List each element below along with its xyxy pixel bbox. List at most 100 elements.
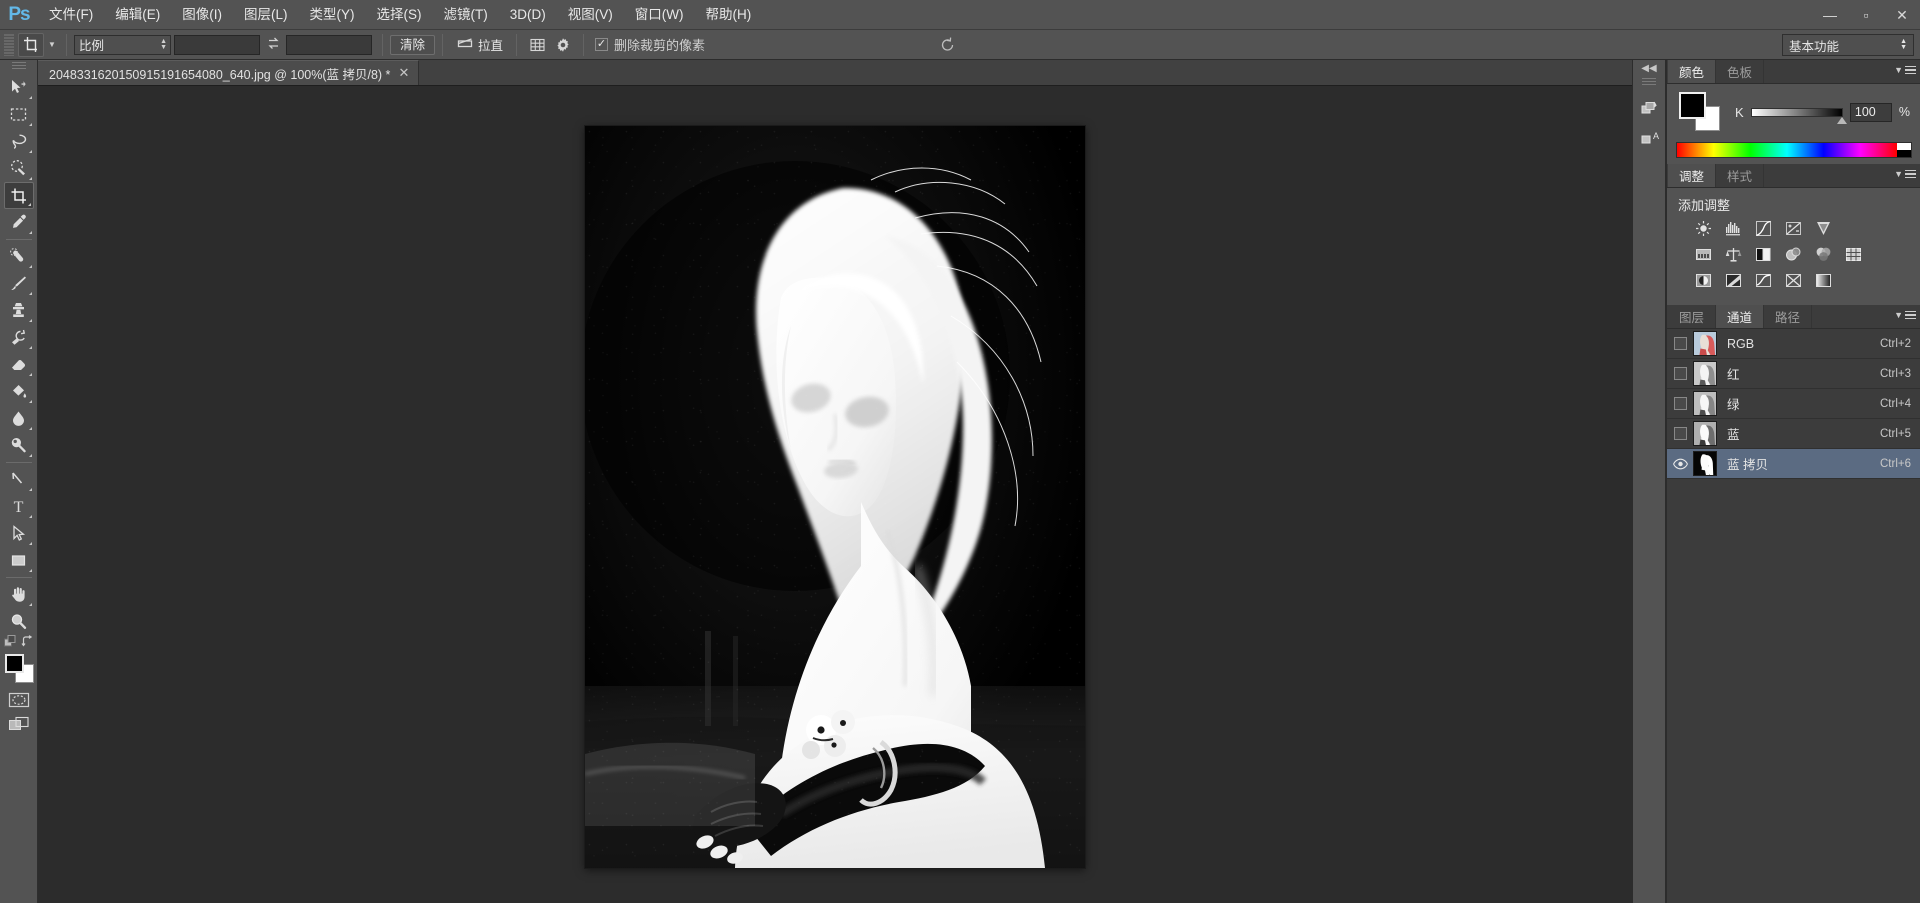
swap-colors-icon[interactable] bbox=[21, 635, 34, 651]
delete-cropped-pixels-checkbox[interactable]: ✓ 删除裁剪的像素 bbox=[595, 35, 705, 54]
panel-menu-icon[interactable]: ▼ bbox=[1894, 169, 1916, 179]
rectangle-shape-tool[interactable] bbox=[4, 547, 34, 574]
maximize-button[interactable]: ▫ bbox=[1848, 0, 1884, 30]
move-tool[interactable] bbox=[4, 74, 34, 101]
menu-image[interactable]: 图像(I) bbox=[171, 0, 233, 30]
screen-mode-icon[interactable] bbox=[6, 714, 32, 734]
spot-healing-brush-tool[interactable] bbox=[4, 243, 34, 270]
photo-filter-icon[interactable] bbox=[1783, 245, 1804, 264]
k-value-input[interactable]: 100 bbox=[1849, 102, 1892, 122]
foreground-background-color[interactable] bbox=[4, 654, 34, 684]
color-spectrum-ramp[interactable] bbox=[1676, 142, 1912, 158]
menu-3d[interactable]: 3D(D) bbox=[499, 0, 557, 30]
color-lookup-icon[interactable] bbox=[1843, 245, 1864, 264]
channel-row-green[interactable]: 绿 Ctrl+4 bbox=[1667, 389, 1920, 419]
canvas-viewport[interactable] bbox=[38, 86, 1632, 903]
exposure-icon[interactable] bbox=[1783, 219, 1804, 238]
type-tool[interactable]: T bbox=[4, 493, 34, 520]
crop-ratio-select[interactable]: 比例 ▲ ▼ bbox=[74, 34, 171, 55]
history-brush-tool[interactable] bbox=[4, 324, 34, 351]
tab-adjustments[interactable]: 调整 bbox=[1668, 164, 1717, 187]
tab-swatches[interactable]: 色板 bbox=[1716, 60, 1765, 83]
channel-row-red[interactable]: 红 Ctrl+3 bbox=[1667, 359, 1920, 389]
quick-selection-tool[interactable] bbox=[4, 155, 34, 182]
crop-tool[interactable] bbox=[3, 182, 34, 209]
crop-tool-preset-caret[interactable]: ▼ bbox=[45, 33, 59, 57]
hue-ramp[interactable] bbox=[1677, 143, 1897, 157]
tab-paths[interactable]: 路径 bbox=[1764, 305, 1813, 328]
crop-height-input[interactable] bbox=[286, 34, 372, 55]
clear-crop-button[interactable]: 清除 bbox=[390, 34, 436, 55]
menu-help[interactable]: 帮助(H) bbox=[694, 0, 762, 30]
menu-select[interactable]: 选择(S) bbox=[366, 0, 433, 30]
channel-visibility-toggle[interactable] bbox=[1667, 367, 1693, 380]
threshold-icon[interactable] bbox=[1753, 271, 1774, 290]
rail-grip[interactable] bbox=[1642, 78, 1656, 87]
channel-visibility-toggle[interactable] bbox=[1667, 427, 1693, 440]
collapse-panels-icon[interactable]: ◀◀ bbox=[1632, 60, 1666, 76]
color-panel-swatches[interactable] bbox=[1679, 92, 1721, 132]
blur-tool[interactable] bbox=[4, 405, 34, 432]
clone-stamp-tool[interactable] bbox=[4, 297, 34, 324]
document-tab[interactable]: 2048331620150915191654080_640.jpg @ 100%… bbox=[38, 60, 420, 85]
quick-mask-icon[interactable] bbox=[6, 690, 32, 710]
pen-tool[interactable] bbox=[4, 466, 34, 493]
crop-width-input[interactable] bbox=[174, 34, 260, 55]
minimize-button[interactable]: — bbox=[1812, 0, 1848, 30]
hand-tool[interactable] bbox=[4, 581, 34, 608]
color-balance-icon[interactable] bbox=[1723, 245, 1744, 264]
paint-bucket-tool[interactable] bbox=[4, 378, 34, 405]
dodge-tool[interactable] bbox=[4, 432, 34, 459]
white-black-ramp[interactable] bbox=[1897, 143, 1911, 157]
hue-saturation-icon[interactable] bbox=[1693, 245, 1714, 264]
color-panel-foreground-swatch[interactable] bbox=[1679, 92, 1706, 119]
levels-icon[interactable] bbox=[1723, 219, 1744, 238]
gradient-map-icon[interactable] bbox=[1813, 271, 1834, 290]
k-slider-track[interactable] bbox=[1750, 107, 1847, 124]
history-panel-icon[interactable] bbox=[1632, 93, 1666, 123]
close-icon[interactable]: ✕ bbox=[398, 66, 409, 79]
invert-icon[interactable] bbox=[1693, 271, 1714, 290]
tab-layers[interactable]: 图层 bbox=[1668, 305, 1717, 328]
tab-channels[interactable]: 通道 bbox=[1716, 305, 1765, 328]
close-button[interactable]: ✕ bbox=[1884, 0, 1920, 30]
straighten-button[interactable]: 拉直 bbox=[450, 33, 509, 57]
menu-view[interactable]: 视图(V) bbox=[557, 0, 624, 30]
crop-tool-icon[interactable] bbox=[18, 32, 44, 57]
gear-icon[interactable] bbox=[550, 33, 576, 57]
workspace-switcher[interactable]: 基本功能 ▲ ▼ bbox=[1782, 34, 1914, 56]
menu-filter[interactable]: 滤镜(T) bbox=[433, 0, 499, 30]
selective-color-icon[interactable] bbox=[1783, 271, 1804, 290]
options-bar-grip[interactable] bbox=[4, 33, 14, 56]
panel-menu-icon[interactable]: ▼ bbox=[1894, 65, 1916, 75]
panel-menu-icon[interactable]: ▼ bbox=[1894, 310, 1916, 320]
channel-visibility-toggle[interactable] bbox=[1667, 458, 1693, 470]
channel-row-rgb[interactable]: RGB Ctrl+2 bbox=[1667, 329, 1920, 359]
channel-visibility-toggle[interactable] bbox=[1667, 337, 1693, 350]
black-white-icon[interactable] bbox=[1753, 245, 1774, 264]
vibrance-icon[interactable] bbox=[1813, 219, 1834, 238]
brightness-contrast-icon[interactable] bbox=[1693, 219, 1714, 238]
tools-panel-grip[interactable] bbox=[11, 62, 26, 71]
path-selection-tool[interactable] bbox=[4, 520, 34, 547]
menu-edit[interactable]: 编辑(E) bbox=[104, 0, 171, 30]
menu-file[interactable]: 文件(F) bbox=[38, 0, 104, 30]
grid-overlay-icon[interactable] bbox=[524, 33, 550, 57]
channel-mixer-icon[interactable] bbox=[1813, 245, 1834, 264]
channel-visibility-toggle[interactable] bbox=[1667, 397, 1693, 410]
zoom-tool[interactable] bbox=[4, 608, 34, 635]
posterize-icon[interactable] bbox=[1723, 271, 1744, 290]
eyedropper-tool[interactable] bbox=[4, 209, 34, 236]
k-slider-thumb[interactable] bbox=[1836, 116, 1847, 124]
eraser-tool[interactable] bbox=[4, 351, 34, 378]
menu-type[interactable]: 类型(Y) bbox=[299, 0, 366, 30]
channel-row-blue-copy[interactable]: 蓝 拷贝 Ctrl+6 bbox=[1667, 449, 1920, 479]
tab-color[interactable]: 颜色 bbox=[1668, 60, 1717, 83]
curves-icon[interactable] bbox=[1753, 219, 1774, 238]
tab-styles[interactable]: 样式 bbox=[1716, 164, 1765, 187]
image-canvas[interactable] bbox=[585, 126, 1085, 868]
menu-window[interactable]: 窗口(W) bbox=[624, 0, 695, 30]
menu-layer[interactable]: 图层(L) bbox=[233, 0, 299, 30]
channel-row-blue[interactable]: 蓝 Ctrl+5 bbox=[1667, 419, 1920, 449]
default-colors-icon[interactable] bbox=[3, 635, 17, 651]
